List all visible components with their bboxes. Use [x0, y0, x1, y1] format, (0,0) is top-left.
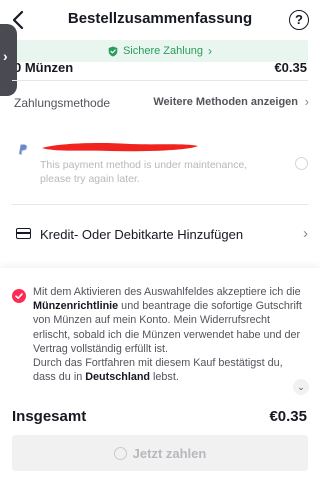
help-icon[interactable]: ?	[289, 10, 309, 30]
checkmark-icon	[15, 293, 23, 299]
side-drawer-tab[interactable]: ›	[0, 24, 17, 96]
paypal-icon	[19, 144, 28, 155]
checkout-footer: Mit dem Aktivieren des Auswahlfeldes akz…	[0, 268, 320, 480]
chevron-right-icon: ›	[208, 44, 213, 58]
pay-now-button[interactable]: Jetzt zahlen	[12, 435, 308, 471]
consent-text-part: lebst.	[150, 371, 179, 384]
total-value: €0.35	[269, 408, 307, 425]
total-label: Insgesamt	[12, 408, 87, 425]
header: Bestellzusammenfassung ?	[0, 0, 320, 40]
country-name: Deutschland	[85, 371, 151, 384]
consent-checkbox[interactable]	[12, 289, 26, 303]
chevron-right-icon: ›	[3, 48, 8, 64]
maintenance-notice: This payment method is under maintenance…	[40, 159, 248, 185]
order-item-price: €0.35	[274, 60, 307, 75]
secure-payment-text: Sichere Zahlung	[122, 45, 204, 57]
chevron-right-icon: ›	[303, 225, 308, 242]
consent-text: Mit dem Aktivieren des Auswahlfeldes akz…	[33, 285, 303, 384]
paypal-radio	[295, 157, 308, 170]
order-item-label: 0 Münzen	[14, 60, 74, 75]
divider	[12, 80, 308, 81]
check-circle-icon	[113, 446, 127, 460]
shield-check-icon	[108, 46, 118, 56]
credit-card-icon	[16, 228, 31, 239]
chevron-right-icon: ›	[304, 94, 309, 109]
page-title: Bestellzusammenfassung	[67, 10, 253, 27]
consent-text-part: Mit dem Aktivieren des Auswahlfeldes akz…	[33, 286, 301, 298]
add-card-row[interactable]: Kredit- Oder Debitkarte Hinzufügen ›	[0, 218, 320, 248]
secure-payment-banner[interactable]: Sichere Zahlung ›	[12, 40, 308, 62]
coin-policy-link[interactable]: Münzenrichtlinie	[33, 300, 118, 312]
more-methods-link[interactable]: Weitere Methoden anzeigen	[153, 96, 298, 108]
scroll-down-icon[interactable]: ⌄	[293, 379, 309, 395]
divider	[12, 204, 308, 205]
payment-method-row: Zahlungsmethode Weitere Methoden anzeige…	[0, 88, 320, 116]
redacted-account-mark	[42, 143, 198, 152]
pay-now-label: Jetzt zahlen	[132, 445, 207, 461]
add-card-label: Kredit- Oder Debitkarte Hinzufügen	[40, 227, 244, 242]
payment-method-label: Zahlungsmethode	[14, 96, 111, 110]
